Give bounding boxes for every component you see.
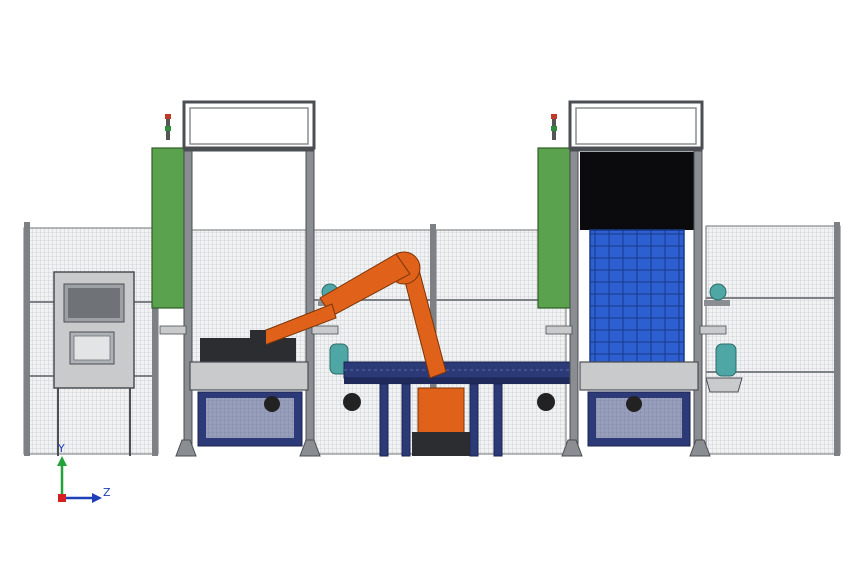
axis-origin-marker [58, 494, 66, 502]
panel-screen [68, 288, 120, 318]
conveyor-leg [401, 383, 411, 457]
right-top-hood [568, 100, 704, 150]
axis-y-arrow-icon [57, 456, 67, 466]
stack-light-right-red [551, 114, 557, 119]
right-upright [569, 147, 579, 457]
right-pump-motor [715, 343, 737, 377]
left-foot [175, 439, 197, 457]
conveyor-drive-motor [343, 393, 361, 411]
axis-z-arrow-icon [92, 493, 102, 503]
right-sensor-mount [704, 300, 730, 306]
right-cabinet [537, 147, 571, 309]
conveyor-leg [493, 383, 503, 457]
conveyor-drive-motor [537, 393, 555, 411]
stack-light-left-green [165, 126, 171, 131]
stack-light-right-green [551, 126, 557, 131]
right-sensor-head [709, 283, 727, 301]
panel-keypad-inner [73, 335, 111, 361]
fence-post [24, 222, 30, 456]
robot-pedestal [412, 432, 470, 456]
fence-panel-right [705, 225, 841, 455]
left-top-hood [182, 100, 316, 150]
left-base-inner [206, 398, 294, 438]
left-cabinet [151, 147, 185, 309]
right-pump-base [705, 377, 743, 393]
robot-gripper [250, 330, 266, 348]
fence-post [834, 222, 840, 456]
left-pallet [200, 338, 296, 362]
left-upright [183, 147, 193, 457]
pallet-stack [589, 229, 685, 363]
axis-z-label: Z [103, 486, 111, 499]
right-top-hood-inner [575, 107, 697, 145]
left-carriage [189, 361, 309, 391]
right-upright [693, 147, 703, 457]
conveyor-leg [469, 383, 479, 457]
assembly-drawing: Y Z [23, 100, 841, 503]
conveyor-leg [379, 383, 389, 457]
right-enclosure-dark [580, 152, 696, 230]
left-upright [305, 147, 315, 457]
right-carriage [579, 361, 699, 391]
right-bracket [699, 325, 727, 335]
right-bracket [545, 325, 573, 335]
left-motor [264, 396, 280, 412]
stack-light-left-red [165, 114, 171, 119]
conveyor-rail [344, 378, 570, 384]
right-motor [626, 396, 642, 412]
left-bracket [159, 325, 187, 335]
left-bracket [311, 325, 339, 335]
left-top-hood-inner [189, 107, 309, 145]
axis-y-label: Y [57, 442, 65, 455]
